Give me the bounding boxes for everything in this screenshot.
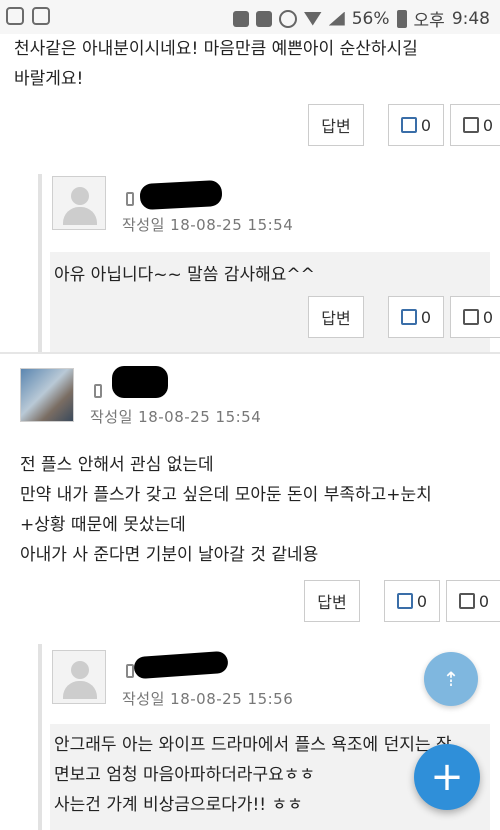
like-button[interactable]: 0 xyxy=(384,580,440,622)
alarm-icon xyxy=(278,9,297,28)
redacted-username xyxy=(133,650,229,680)
dislike-button[interactable]: 0 xyxy=(450,104,500,146)
comment-date: 작성일 18-08-25 15:56 xyxy=(122,690,294,708)
thumbs-down-icon xyxy=(462,309,479,325)
like-count: 0 xyxy=(420,307,432,327)
status-ampm: 오후 xyxy=(413,11,445,31)
battery-icon xyxy=(396,9,407,28)
thumbs-up-icon xyxy=(396,593,413,609)
vibrate-icon xyxy=(255,10,272,27)
scroll-to-top-button[interactable]: ⇡ xyxy=(424,652,478,706)
mobile-icon xyxy=(126,664,134,678)
reply-button[interactable]: 답변 xyxy=(304,580,360,622)
divider xyxy=(0,352,500,354)
plus-icon: + xyxy=(430,754,464,800)
dislike-button[interactable]: 0 xyxy=(446,580,500,622)
comment-date: 작성일 18-08-25 15:54 xyxy=(90,408,262,426)
reply-button[interactable]: 답변 xyxy=(308,104,364,146)
activity-notification-icon xyxy=(32,7,50,25)
thumbs-down-icon xyxy=(462,117,479,133)
avatar[interactable] xyxy=(52,176,106,230)
reply-text: 안그래두 아는 와이프 드라마에서 플스 욕조에 던지는 장 면보고 엄청 마음… xyxy=(54,735,452,815)
thumbs-up-icon xyxy=(400,117,417,133)
comment-actions: 답변 0 0 xyxy=(308,104,500,146)
status-time: 9:48 xyxy=(451,8,490,29)
reply-text: 아유 아닙니다~~ 말씀 감사해요^^ xyxy=(54,265,315,285)
comment-text: 전 플스 안해서 관심 없는데 만약 내가 플스가 갖고 싶은데 모아둔 돈이 … xyxy=(20,455,432,565)
dislike-count: 0 xyxy=(482,307,494,327)
status-bar: 56% 오후 9:48 xyxy=(0,0,500,34)
redacted-username xyxy=(139,179,223,211)
comment-actions: 답변 0 0 xyxy=(304,580,500,622)
like-count: 0 xyxy=(416,591,428,611)
thumbs-down-icon xyxy=(458,593,475,609)
reply-actions: 답변 0 0 xyxy=(308,296,500,338)
comment-text: 천사같은 아내분이시네요! 마음만큼 예쁜아이 순산하시길 바랄게요! xyxy=(14,39,418,89)
battery-percent: 56% xyxy=(351,8,390,29)
dislike-count: 0 xyxy=(478,591,490,611)
dislike-count: 0 xyxy=(482,115,494,135)
signal-icon xyxy=(328,11,345,26)
like-button[interactable]: 0 xyxy=(388,296,444,338)
avatar[interactable] xyxy=(52,650,106,704)
reply-indent-bar xyxy=(38,644,42,830)
nfc-icon xyxy=(232,10,249,27)
avatar[interactable] xyxy=(20,368,74,422)
comment-date: 작성일 18-08-25 15:54 xyxy=(122,216,294,234)
mobile-icon xyxy=(126,192,134,206)
dislike-button[interactable]: 0 xyxy=(450,296,500,338)
thumbs-up-icon xyxy=(400,309,417,325)
mobile-icon xyxy=(94,384,102,398)
reply-button[interactable]: 답변 xyxy=(308,296,364,338)
like-count: 0 xyxy=(420,115,432,135)
comment-list[interactable]: 천사같은 아내분이시네요! 마음만큼 예쁜아이 순산하시길 바랄게요! 답변 0… xyxy=(0,34,500,830)
wifi-icon xyxy=(303,11,322,26)
add-comment-button[interactable]: + xyxy=(414,744,480,810)
app-notification-icon xyxy=(6,7,24,25)
reply-indent-bar xyxy=(38,174,42,354)
like-button[interactable]: 0 xyxy=(388,104,444,146)
redacted-username xyxy=(112,366,168,398)
arrow-up-icon: ⇡ xyxy=(442,667,460,691)
